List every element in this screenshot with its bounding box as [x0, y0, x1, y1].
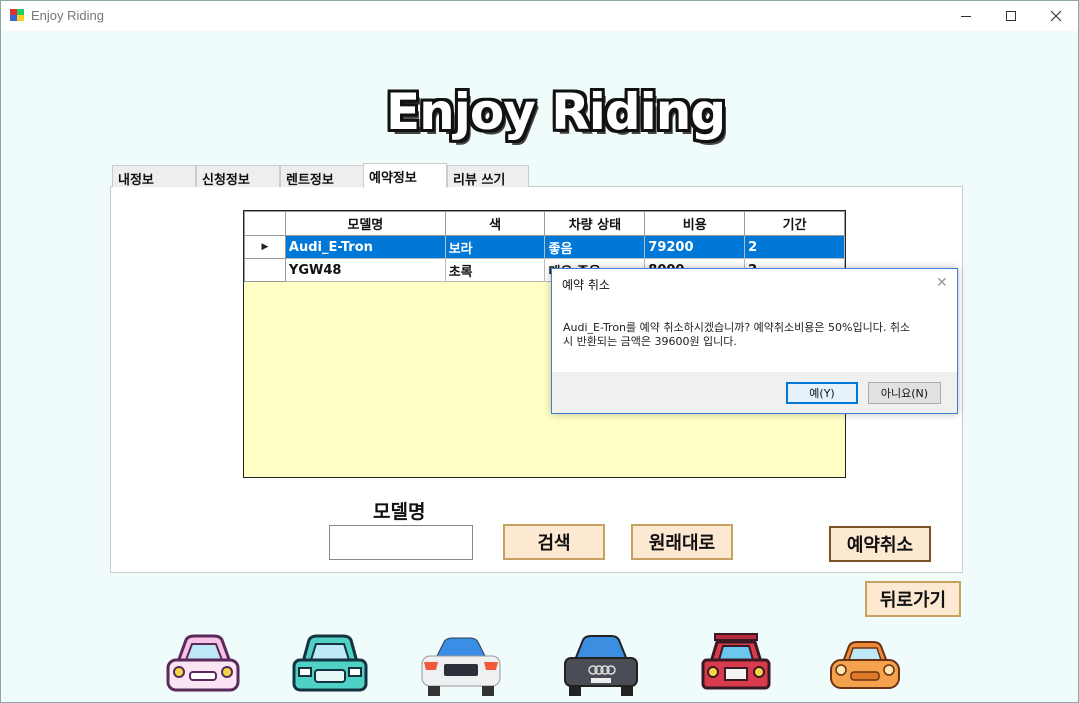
minimize-button[interactable] [943, 1, 989, 31]
app-logo: Enjoy Riding [386, 83, 726, 141]
table-cell[interactable]: Audi_E-Tron [284, 235, 446, 259]
back-button[interactable]: 뒤로가기 [865, 581, 961, 617]
dialog-message: Audi_E-Tron를 예약 취소하시겠습니까? 예약취소비용은 50%입니다… [563, 321, 943, 349]
tab-reservation-info[interactable]: 예약정보 [363, 163, 447, 188]
dialog-message-line: 시 반환되는 금액은 39600원 입니다. [563, 335, 737, 348]
dialog-title: 예약 취소 [562, 278, 610, 292]
table-cell[interactable]: 2 [744, 235, 845, 259]
minimize-icon [961, 15, 971, 17]
tab-write-review[interactable]: 리뷰 쓰기 [447, 165, 529, 188]
table-cell[interactable]: 79200 [644, 235, 746, 259]
car-orange-icon [830, 641, 900, 689]
maximize-button[interactable] [988, 1, 1034, 31]
row-header-corner [244, 211, 286, 236]
maximize-icon [1006, 11, 1016, 21]
dialog-close-icon[interactable]: ✕ [936, 275, 948, 291]
car-red-suv-icon [701, 633, 771, 690]
car-blue-icon [421, 637, 501, 696]
tab-my-info[interactable]: 내정보 [112, 165, 196, 188]
model-search-input[interactable] [329, 525, 473, 560]
reset-button[interactable]: 원래대로 [631, 524, 733, 560]
cancel-reservation-button[interactable]: 예약취소 [829, 526, 931, 562]
table-cell[interactable]: 좋음 [544, 235, 646, 259]
dialog-yes-button[interactable]: 예(Y) [786, 382, 858, 404]
row-selector-icon[interactable]: ▶ [244, 235, 286, 259]
table-row[interactable]: ▶ Audi_E-Tron 보라 좋음 79200 2 [244, 235, 845, 259]
column-header[interactable]: 색 [444, 211, 546, 236]
table-cell[interactable]: 보라 [444, 235, 546, 259]
column-header[interactable]: 기간 [744, 211, 845, 236]
table-cell[interactable]: 초록 [444, 258, 546, 282]
table-cell[interactable]: YGW48 [284, 258, 446, 282]
column-header[interactable]: 차량 상태 [544, 211, 646, 236]
tab-application-info[interactable]: 신청정보 [196, 165, 280, 188]
column-header[interactable]: 비용 [644, 211, 746, 236]
cancel-reservation-dialog: 예약 취소 ✕ Audi_E-Tron를 예약 취소하시겠습니까? 예약취소비용… [551, 268, 958, 414]
grid-header-row: 모델명 색 차량 상태 비용 기간 [244, 211, 845, 236]
column-header[interactable]: 모델명 [284, 211, 446, 236]
car-teal-icon [292, 634, 368, 692]
car-pink-icon [166, 634, 240, 692]
close-button[interactable] [1033, 1, 1079, 31]
car-gray-icon [564, 635, 638, 696]
title-bar[interactable]: Enjoy Riding [1, 1, 1078, 31]
main-window: Enjoy Riding Enjoy Riding 내정보 신청정보 렌트정보 … [0, 0, 1079, 703]
dialog-footer: 예(Y) 아니요(N) [552, 372, 957, 413]
app-icon [10, 9, 24, 21]
window-title: Enjoy Riding [31, 8, 104, 23]
dialog-no-button[interactable]: 아니요(N) [868, 382, 941, 404]
row-selector[interactable] [244, 258, 286, 282]
car-illustrations [1, 626, 1079, 703]
tab-rent-info[interactable]: 렌트정보 [280, 165, 364, 188]
search-button[interactable]: 검색 [503, 524, 605, 560]
close-icon [1050, 10, 1062, 22]
dialog-message-line: Audi_E-Tron를 예약 취소하시겠습니까? 예약취소비용은 50%입니다… [563, 321, 911, 334]
model-name-label: 모델명 [373, 501, 426, 523]
